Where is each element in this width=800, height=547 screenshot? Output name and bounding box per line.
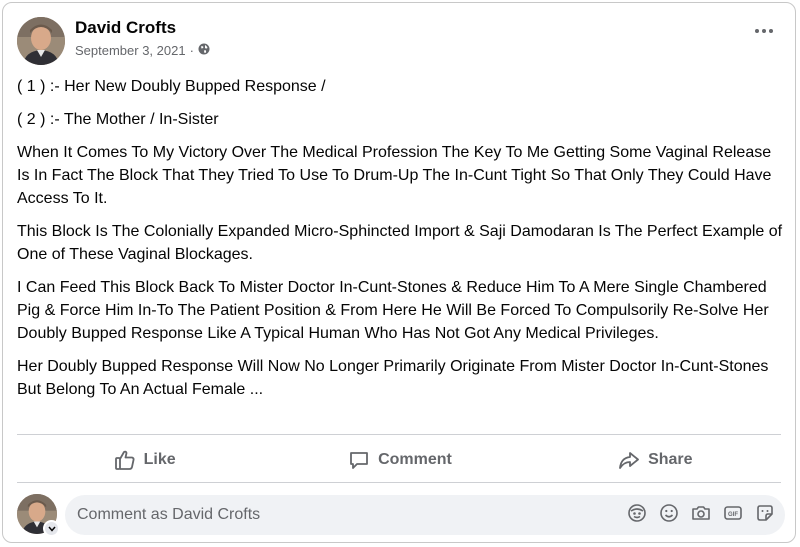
share-button[interactable]: Share: [528, 439, 783, 481]
gif-icon[interactable]: GIF: [723, 503, 743, 528]
avatar-sticker-icon[interactable]: [627, 503, 647, 528]
like-label: Like: [143, 451, 176, 468]
comment-placeholder: Comment as David Crofts: [77, 506, 261, 523]
divider: [17, 482, 781, 483]
svg-text:GIF: GIF: [728, 512, 738, 518]
post-paragraph: ( 2 ) :- The Mother / In-Sister: [17, 111, 219, 128]
action-bar: Like Comment Share: [17, 439, 783, 481]
camera-icon[interactable]: [691, 503, 711, 528]
share-label: Share: [648, 451, 693, 468]
post-paragraph: ( 1 ) :- Her New Doubly Bupped Response …: [17, 78, 326, 95]
emoji-icon[interactable]: [659, 503, 679, 528]
author-avatar[interactable]: [17, 17, 65, 65]
post-card: David Crofts September 3, 2021 · ( 1 ) :…: [2, 2, 796, 543]
share-icon: [618, 449, 640, 471]
comment-icon: [348, 449, 370, 471]
post-date[interactable]: September 3, 2021: [75, 43, 186, 58]
post-body: ( 1 ) :- Her New Doubly Bupped Response …: [17, 75, 783, 411]
author-name[interactable]: David Crofts: [75, 18, 176, 38]
post-paragraph: I Can Feed This Block Back To Mister Doc…: [17, 279, 769, 342]
post-meta: September 3, 2021 ·: [75, 43, 210, 58]
sticker-icon[interactable]: [755, 503, 775, 528]
like-button[interactable]: Like: [17, 439, 272, 481]
post-paragraph: This Block Is The Colonially Expanded Mi…: [17, 223, 783, 263]
globe-icon: [198, 43, 210, 58]
comment-button[interactable]: Comment: [272, 439, 527, 481]
comment-label: Comment: [378, 451, 452, 468]
meta-separator: ·: [189, 43, 194, 58]
divider: [17, 434, 781, 435]
post-paragraph: Her Doubly Bupped Response Will Now No L…: [17, 358, 769, 398]
comment-tools: GIF: [627, 503, 785, 528]
more-options-icon[interactable]: [755, 29, 773, 33]
comment-input[interactable]: Comment as David Crofts GIF: [65, 495, 785, 535]
post-paragraph: When It Comes To My Victory Over The Med…: [17, 144, 772, 207]
chevron-down-icon[interactable]: [43, 520, 60, 537]
thumbs-up-icon: [114, 449, 136, 471]
